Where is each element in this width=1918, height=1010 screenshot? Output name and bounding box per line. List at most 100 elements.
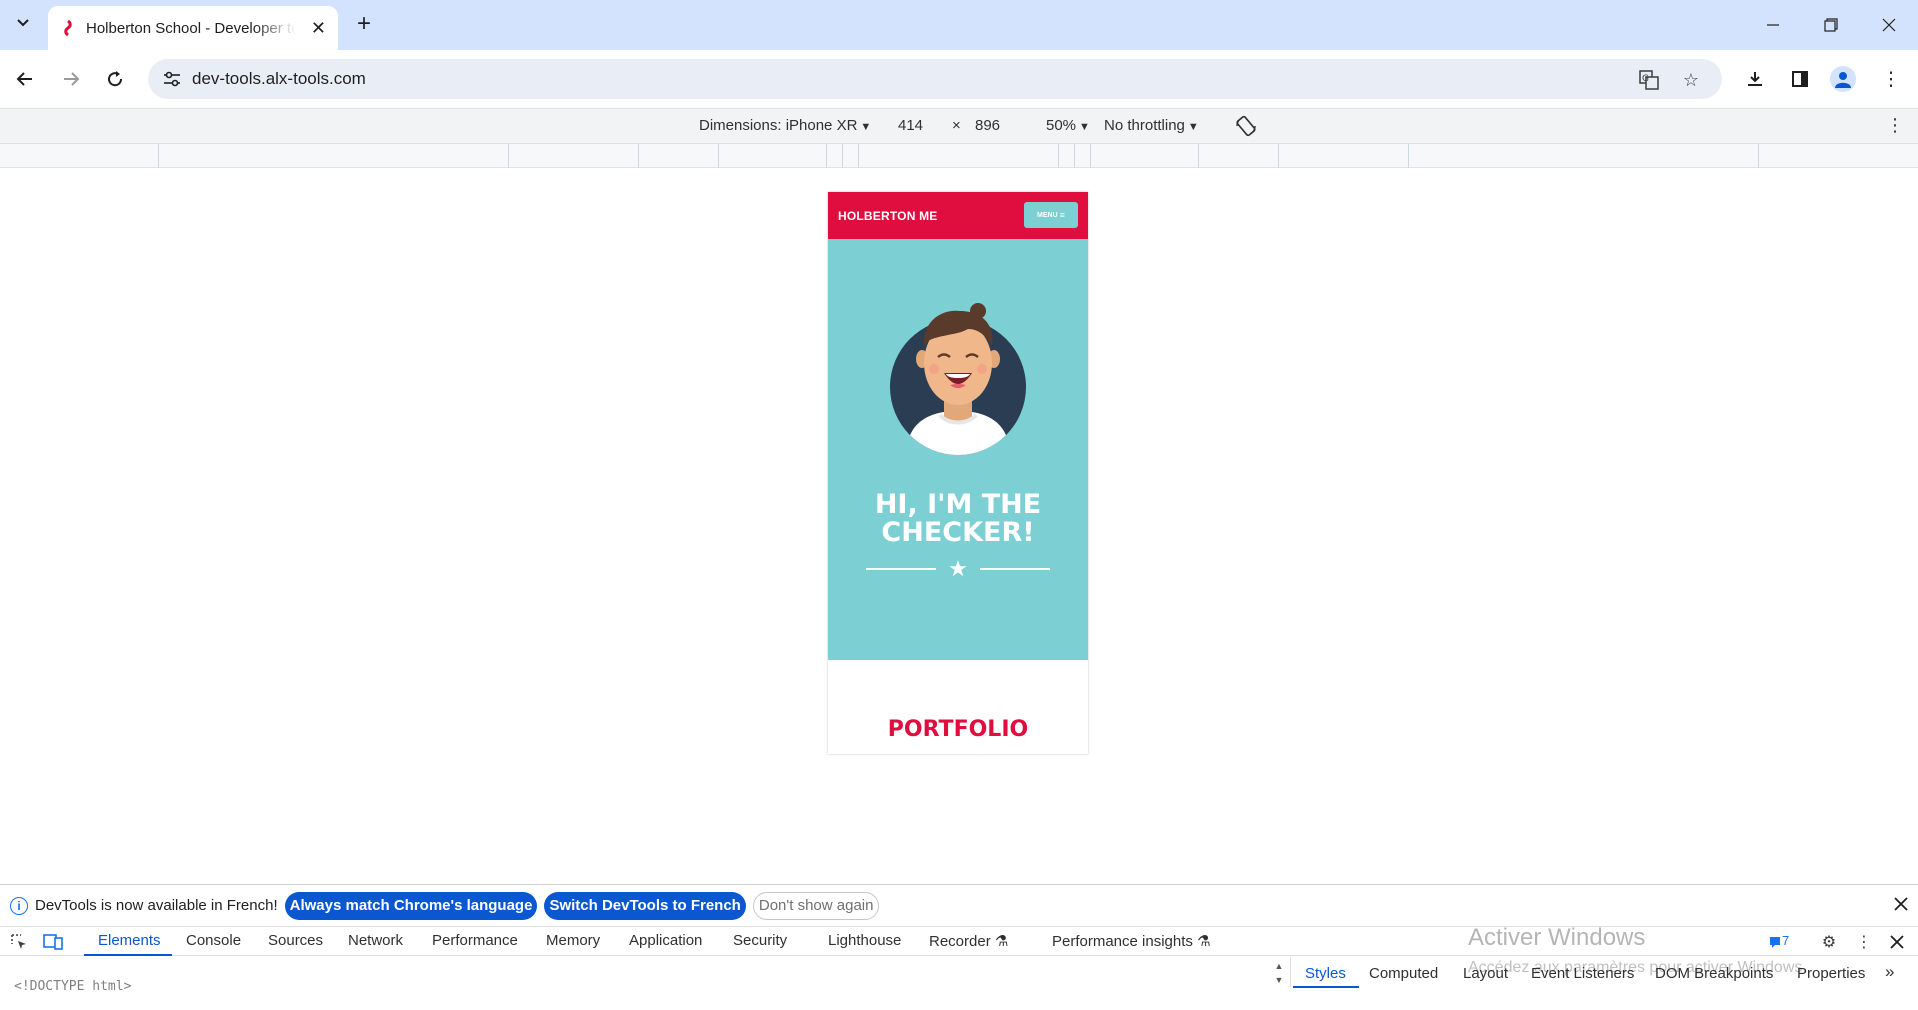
tab-performance-insights-label: Performance insights — [1052, 933, 1193, 950]
browser-tab-active[interactable]: Holberton School - Developer tools ✕ — [48, 6, 338, 50]
media-query-marker — [1758, 144, 1759, 168]
chrome-menu-icon[interactable]: ⋮ — [1876, 64, 1906, 94]
tab-properties[interactable]: Properties — [1797, 965, 1865, 982]
star-divider: ★ — [866, 557, 1050, 581]
media-query-marker — [1090, 144, 1091, 168]
hamburger-icon: ≡ — [1059, 210, 1065, 220]
media-query-marker — [1278, 144, 1279, 168]
device-frame: HOLBERTON ME MENU ≡ HI, I'M THE CHECKER!… — [828, 192, 1088, 754]
divider-line-left — [866, 568, 936, 570]
reload-icon[interactable] — [100, 64, 130, 94]
info-message: DevTools is now available in French! — [35, 897, 278, 914]
device-dimensions-label: Dimensions: iPhone XR — [699, 117, 858, 134]
hero-title-line1: HI, I'M THE — [874, 489, 1042, 520]
device-height-input[interactable]: 896 — [975, 117, 1000, 134]
tab-recorder[interactable]: Recorder ⚗ — [929, 932, 1008, 950]
tab-elements[interactable]: Elements — [98, 932, 161, 949]
language-infobar: i DevTools is now available in French! A… — [0, 885, 1918, 926]
dom-doctype-line[interactable]: <!DOCTYPE html> — [14, 979, 131, 994]
media-query-marker — [508, 144, 509, 168]
device-toolbar: Dimensions: iPhone XR ▼ 414 × 896 50% ▼ No… — [0, 108, 1918, 144]
tab-memory[interactable]: Memory — [546, 932, 600, 949]
site-header: HOLBERTON ME MENU ≡ — [828, 192, 1088, 239]
tab-security[interactable]: Security — [733, 932, 787, 949]
info-icon: i — [10, 896, 28, 915]
zoom-select[interactable]: 50% ▼ — [1046, 117, 1090, 134]
menu-label: MENU — [1037, 211, 1058, 219]
issues-count[interactable]: 7 — [1782, 933, 1789, 948]
forward-arrow-icon[interactable] — [56, 64, 86, 94]
tab-performance[interactable]: Performance — [432, 932, 518, 949]
media-query-marker — [1198, 144, 1199, 168]
emulated-viewport: HOLBERTON ME MENU ≡ HI, I'M THE CHECKER!… — [0, 168, 1918, 884]
site-brand[interactable]: HOLBERTON ME — [838, 209, 938, 223]
url-text[interactable]: dev-tools.alx-tools.com — [192, 69, 366, 89]
media-query-marker — [1408, 144, 1409, 168]
rotate-icon[interactable] — [1234, 115, 1258, 141]
tab-lighthouse[interactable]: Lighthouse — [828, 932, 901, 949]
media-query-bar[interactable] — [0, 144, 1918, 168]
download-icon[interactable] — [1740, 64, 1770, 94]
media-query-marker — [718, 144, 719, 168]
media-query-marker — [858, 144, 859, 168]
inspect-element-icon[interactable] — [8, 931, 30, 953]
menu-button[interactable]: MENU ≡ — [1024, 202, 1078, 228]
infobar-close-icon[interactable] — [1894, 895, 1908, 916]
device-toolbar-toggle-icon[interactable] — [42, 931, 64, 953]
tab-console[interactable]: Console — [186, 932, 241, 949]
new-tab-button[interactable]: + — [350, 10, 378, 38]
translate-icon[interactable]: G — [1638, 69, 1660, 91]
caret-down-icon: ▼ — [1187, 121, 1199, 133]
active-tab-indicator — [84, 954, 172, 956]
svg-text:G: G — [1642, 74, 1649, 84]
profile-avatar-icon[interactable] — [1830, 66, 1856, 92]
elements-side-tabs: Styles Computed Layout Event Listeners D… — [1290, 957, 1918, 988]
back-arrow-icon[interactable] — [10, 64, 40, 94]
match-language-button[interactable]: Always match Chrome's language — [284, 891, 538, 920]
bookmark-star-icon[interactable]: ☆ — [1680, 69, 1702, 91]
window-close-icon[interactable] — [1860, 0, 1918, 50]
tab-dom-breakpoints[interactable]: DOM Breakpoints — [1655, 965, 1773, 982]
tab-title: Holberton School - Developer tools — [86, 19, 296, 37]
throttling-label: No throttling — [1104, 117, 1185, 134]
device-toolbar-more-icon[interactable]: ⋮ — [1886, 115, 1904, 136]
devtools-panel: i DevTools is now available in French! A… — [0, 884, 1918, 1010]
media-query-marker — [638, 144, 639, 168]
hero-title: HI, I'M THE CHECKER! — [828, 491, 1088, 547]
minimize-icon[interactable] — [1744, 0, 1802, 50]
divider-line-right — [980, 568, 1050, 570]
tab-application[interactable]: Application — [629, 932, 702, 949]
dont-show-again-button[interactable]: Don't show again — [752, 891, 880, 920]
caret-down-icon: ▼ — [860, 121, 872, 133]
active-side-tab-indicator — [1293, 986, 1359, 988]
panel-scroll-arrows-icon[interactable]: ▲ ▼ — [1272, 959, 1286, 989]
site-settings-icon[interactable] — [152, 71, 192, 87]
dimension-separator: × — [952, 117, 961, 134]
devtools-more-icon[interactable]: ⋮ — [1853, 931, 1875, 953]
tab-computed[interactable]: Computed — [1369, 965, 1438, 982]
experiment-flask-icon: ⚗ — [994, 933, 1009, 950]
media-query-marker — [826, 144, 827, 168]
side-panel-icon[interactable] — [1785, 64, 1815, 94]
experiment-flask-icon: ⚗ — [1197, 933, 1211, 950]
device-dimensions-select[interactable]: Dimensions: iPhone XR ▼ — [699, 117, 871, 134]
throttling-select[interactable]: No throttling ▼ — [1104, 117, 1199, 134]
switch-french-button[interactable]: Switch DevTools to French — [544, 891, 746, 920]
tab-strip: Holberton School - Developer tools ✕ + — [0, 0, 1918, 50]
tab-network[interactable]: Network — [348, 932, 403, 949]
media-query-marker — [158, 144, 159, 168]
tab-styles[interactable]: Styles — [1305, 965, 1346, 982]
tab-sources[interactable]: Sources — [268, 932, 323, 949]
tab-layout[interactable]: Layout — [1463, 965, 1508, 982]
tab-close-icon[interactable]: ✕ — [311, 18, 326, 39]
tab-performance-insights[interactable]: Performance insights ⚗ — [1052, 932, 1211, 950]
restore-icon[interactable] — [1802, 0, 1860, 50]
more-tabs-chevron-icon[interactable]: » — [1885, 962, 1894, 982]
address-bar[interactable]: dev-tools.alx-tools.com G ☆ — [148, 59, 1722, 99]
devtools-close-icon[interactable] — [1886, 931, 1908, 953]
tab-search-chevron-icon[interactable] — [10, 10, 36, 36]
tab-event-listeners[interactable]: Event Listeners — [1531, 965, 1634, 982]
devtools-settings-gear-icon[interactable]: ⚙ — [1818, 931, 1840, 953]
device-width-input[interactable]: 414 — [898, 117, 923, 134]
window-controls — [1744, 0, 1918, 50]
